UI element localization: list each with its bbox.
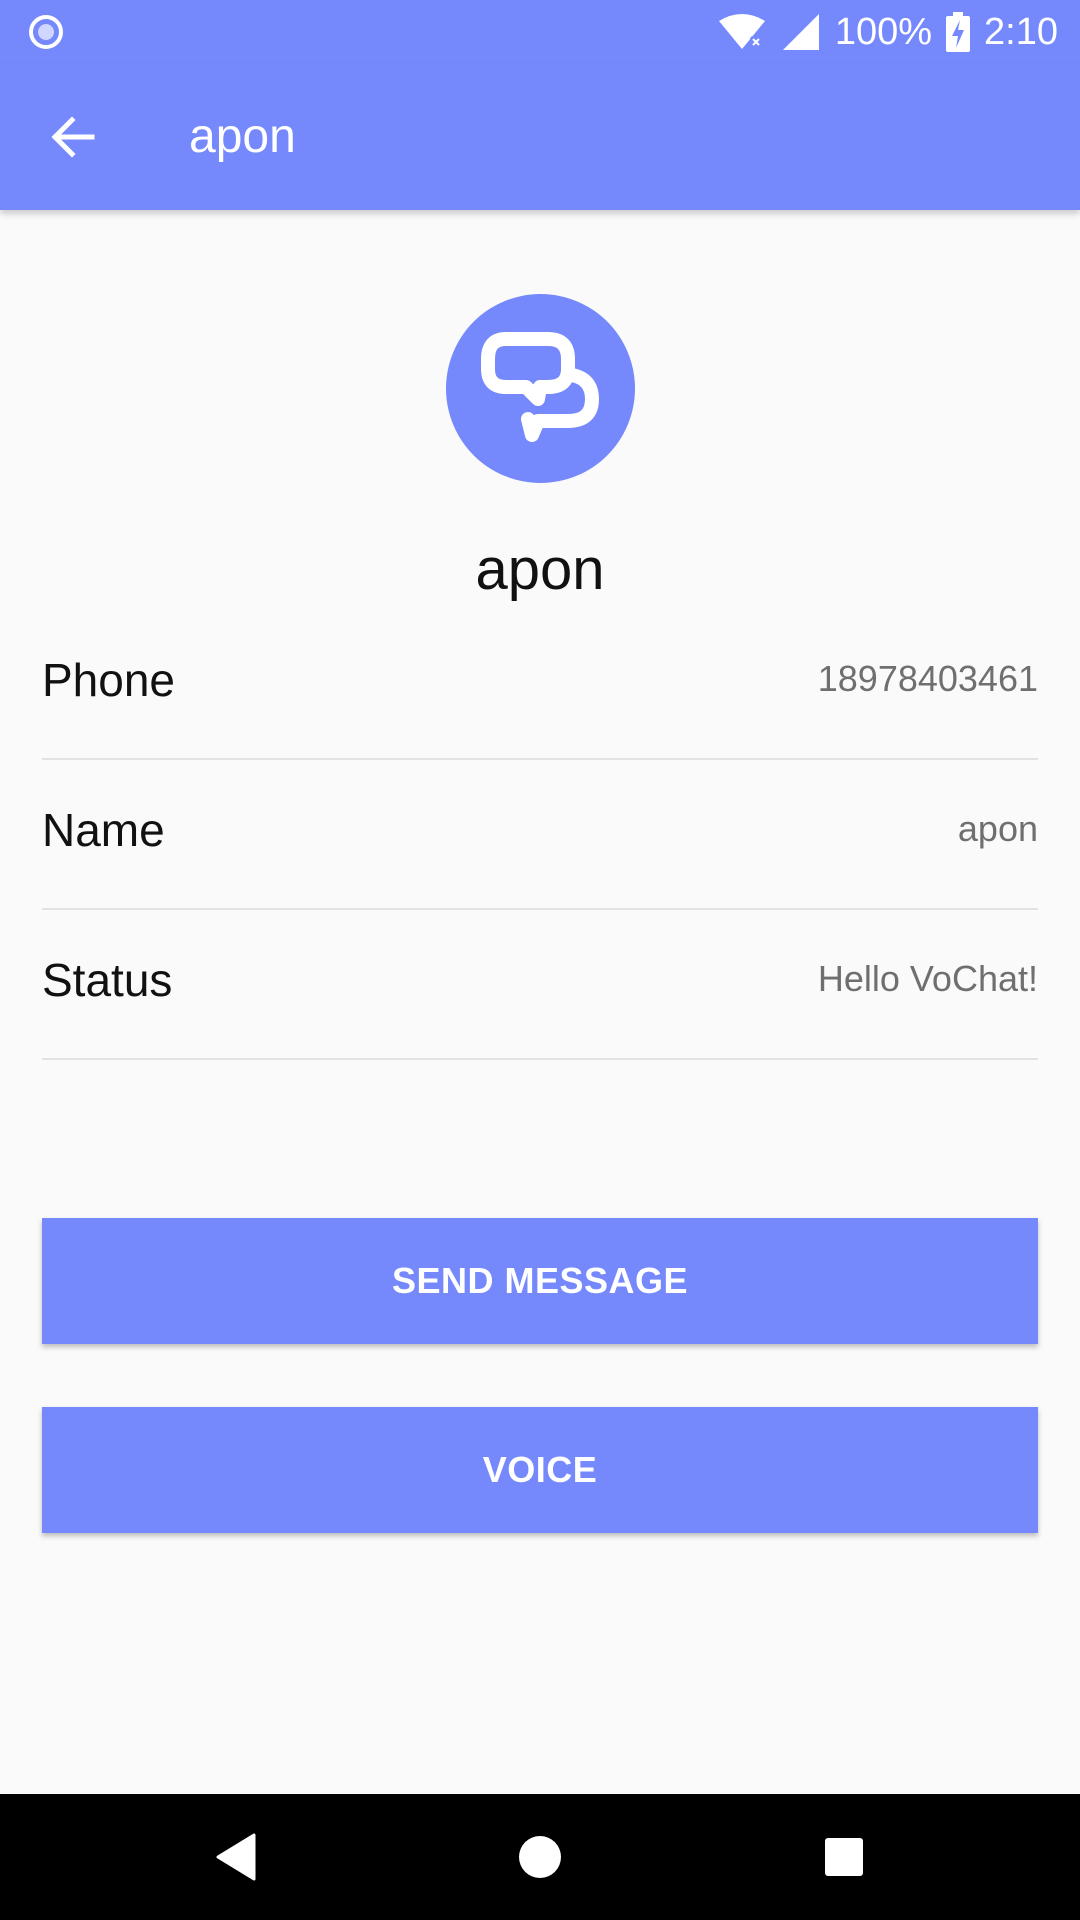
nav-recents-button[interactable] bbox=[814, 1827, 874, 1887]
arrow-left-icon bbox=[51, 116, 95, 158]
chat-bubbles-icon bbox=[480, 331, 599, 442]
phone-value: 18978403461 bbox=[817, 658, 1038, 699]
back-triangle-icon bbox=[216, 1833, 256, 1881]
status-label: Status bbox=[42, 954, 173, 1006]
battery-charging-icon bbox=[946, 12, 971, 52]
signal-icon bbox=[782, 14, 819, 50]
system-nav-bar bbox=[0, 1794, 1080, 1920]
back-button[interactable] bbox=[38, 102, 108, 172]
profile-name: apon bbox=[475, 537, 605, 602]
status-bar: 100% 2:10 bbox=[0, 0, 1080, 63]
send-message-button[interactable]: SEND MESSAGE bbox=[42, 1218, 1038, 1344]
wifi-icon bbox=[718, 14, 765, 49]
app-toolbar: apon bbox=[0, 63, 1080, 210]
voice-button[interactable]: VOICE bbox=[42, 1407, 1038, 1533]
status-value: Hello VoChat! bbox=[817, 958, 1038, 999]
status-right-group: 100% 2:10 bbox=[717, 8, 1058, 56]
recents-square-icon bbox=[825, 1838, 863, 1876]
home-circle-icon bbox=[519, 1836, 561, 1878]
avatar bbox=[446, 294, 635, 483]
nav-home-button[interactable] bbox=[510, 1827, 570, 1887]
phone-row: Phone 18978403461 bbox=[42, 610, 1038, 760]
name-row: Name apon bbox=[42, 760, 1038, 910]
status-row: Status Hello VoChat! bbox=[42, 910, 1038, 1060]
name-label: Name bbox=[42, 804, 165, 856]
page-title: apon bbox=[189, 110, 296, 163]
nav-back-button[interactable] bbox=[206, 1827, 266, 1887]
battery-percent: 100% bbox=[834, 10, 933, 53]
name-value: apon bbox=[957, 808, 1038, 849]
clock: 2:10 bbox=[984, 10, 1058, 53]
notification-circle-icon bbox=[29, 15, 63, 49]
phone-label: Phone bbox=[42, 654, 176, 706]
